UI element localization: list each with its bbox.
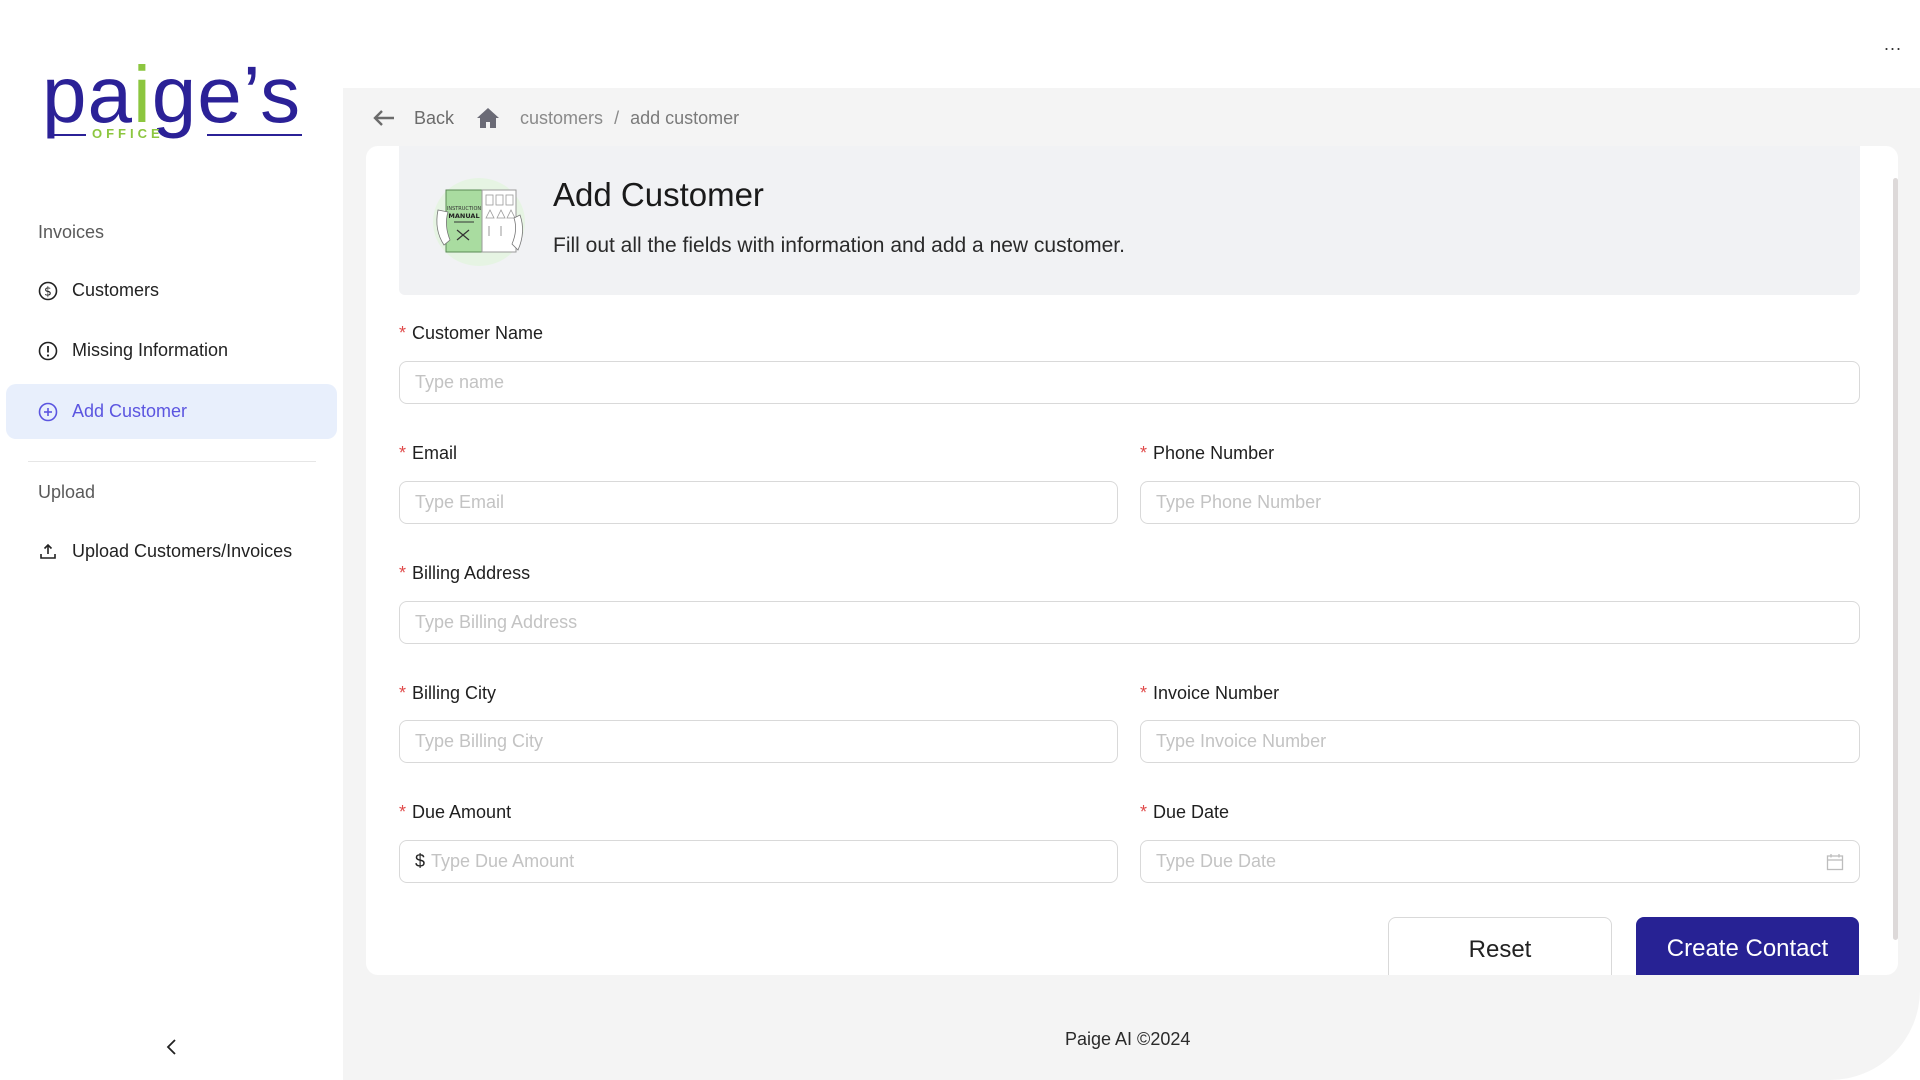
billing-address-label: * Billing Address bbox=[399, 563, 531, 583]
invoice-number-label: * Invoice Number bbox=[1140, 683, 1280, 703]
due-amount-field[interactable]: $ bbox=[399, 840, 1118, 883]
required-mark: * bbox=[399, 323, 407, 343]
page-subtitle: Fill out all the fields with information… bbox=[553, 234, 1125, 257]
page-title: Add Customer bbox=[553, 176, 764, 213]
billing-city-label: * Billing City bbox=[399, 683, 497, 703]
required-mark: * bbox=[399, 443, 407, 463]
customer-name-field[interactable] bbox=[399, 361, 1860, 404]
billing-city-input[interactable] bbox=[415, 731, 1102, 752]
required-mark: * bbox=[1140, 443, 1148, 463]
required-mark: * bbox=[1140, 683, 1148, 703]
arrow-left-icon bbox=[373, 110, 394, 126]
sidebar-item-customers[interactable]: $ Customers bbox=[6, 263, 337, 318]
sidebar-item-label: Add Customer bbox=[72, 401, 188, 421]
sidebar-item-label: Customers bbox=[72, 280, 160, 300]
chevron-left-icon bbox=[160, 1039, 184, 1063]
logo-rule-right bbox=[207, 134, 302, 136]
customer-name-label: * Customer Name bbox=[399, 323, 544, 343]
home-icon bbox=[477, 108, 500, 128]
required-mark: * bbox=[1140, 802, 1148, 822]
logo-subtext: OFFICE bbox=[92, 126, 164, 141]
email-label: * Email bbox=[399, 443, 458, 463]
dollar-circle-icon: $ bbox=[38, 281, 58, 301]
invoice-number-input[interactable] bbox=[1156, 731, 1844, 752]
breadcrumb-customers[interactable]: customers bbox=[520, 108, 603, 129]
currency-prefix: $ bbox=[415, 851, 426, 871]
sidebar-item-label: Upload Customers/Invoices bbox=[72, 541, 293, 561]
phone-number-label: * Phone Number bbox=[1140, 443, 1275, 463]
nav-group-upload: Upload bbox=[38, 482, 96, 502]
billing-city-field[interactable] bbox=[399, 720, 1118, 763]
back-button[interactable]: Back bbox=[372, 108, 454, 129]
logo[interactable]: paige’s OFFICE bbox=[42, 50, 302, 148]
email-input[interactable] bbox=[415, 492, 1102, 513]
sidebar-divider bbox=[28, 461, 316, 462]
billing-address-input[interactable] bbox=[415, 612, 1844, 633]
collapse-sidebar-button[interactable] bbox=[160, 1035, 184, 1059]
required-mark: * bbox=[399, 802, 407, 822]
required-mark: * bbox=[399, 683, 407, 703]
page-header bbox=[399, 146, 1860, 295]
sidebar-item-label: Missing Information bbox=[72, 340, 229, 360]
calendar-icon[interactable] bbox=[1826, 853, 1844, 871]
customer-name-input[interactable] bbox=[415, 372, 1844, 393]
email-field[interactable] bbox=[399, 481, 1118, 524]
exclamation-circle-icon bbox=[38, 341, 58, 361]
billing-address-field[interactable] bbox=[399, 601, 1860, 644]
card-scrollbar[interactable] bbox=[1893, 178, 1898, 940]
upload-icon bbox=[38, 542, 58, 562]
back-label: Back bbox=[414, 107, 455, 128]
due-date-label: * Due Date bbox=[1140, 802, 1230, 822]
required-mark: * bbox=[399, 563, 407, 583]
sidebar: paige’s OFFICE Invoices $ Customers Miss… bbox=[0, 0, 343, 1080]
svg-text:$: $ bbox=[44, 284, 52, 298]
plus-circle-icon bbox=[38, 402, 58, 422]
more-options-button[interactable]: ... bbox=[1878, 34, 1908, 54]
instruction-manual-illustration: INSTRUCTION MANUAL bbox=[424, 170, 532, 270]
due-amount-label: * Due Amount bbox=[399, 802, 512, 822]
footer-copyright: Paige AI ©2024 bbox=[1065, 1029, 1191, 1049]
nav-group-invoices: Invoices bbox=[38, 222, 105, 242]
due-amount-input[interactable] bbox=[431, 851, 1102, 872]
phone-number-field[interactable] bbox=[1140, 481, 1860, 524]
invoice-number-field[interactable] bbox=[1140, 720, 1860, 763]
sidebar-item-upload-customers-invoices[interactable]: Upload Customers/Invoices bbox=[6, 524, 337, 579]
logo-wordmark: paige’s bbox=[42, 50, 302, 139]
breadcrumb-current: add customer bbox=[630, 107, 740, 128]
due-date-field[interactable] bbox=[1140, 840, 1860, 883]
breadcrumb-separator: / bbox=[614, 107, 620, 128]
phone-number-input[interactable] bbox=[1156, 492, 1844, 513]
sidebar-item-add-customer[interactable]: Add Customer bbox=[6, 384, 337, 439]
home-link[interactable] bbox=[476, 107, 500, 129]
logo-rule-left bbox=[54, 134, 86, 136]
sidebar-item-missing-information[interactable]: Missing Information bbox=[6, 323, 337, 378]
due-date-input[interactable] bbox=[1156, 851, 1818, 872]
card-bottom-edge bbox=[1380, 975, 1900, 1005]
breadcrumb: Back customers / add customer bbox=[372, 104, 739, 132]
svg-text:MANUAL: MANUAL bbox=[448, 212, 479, 220]
